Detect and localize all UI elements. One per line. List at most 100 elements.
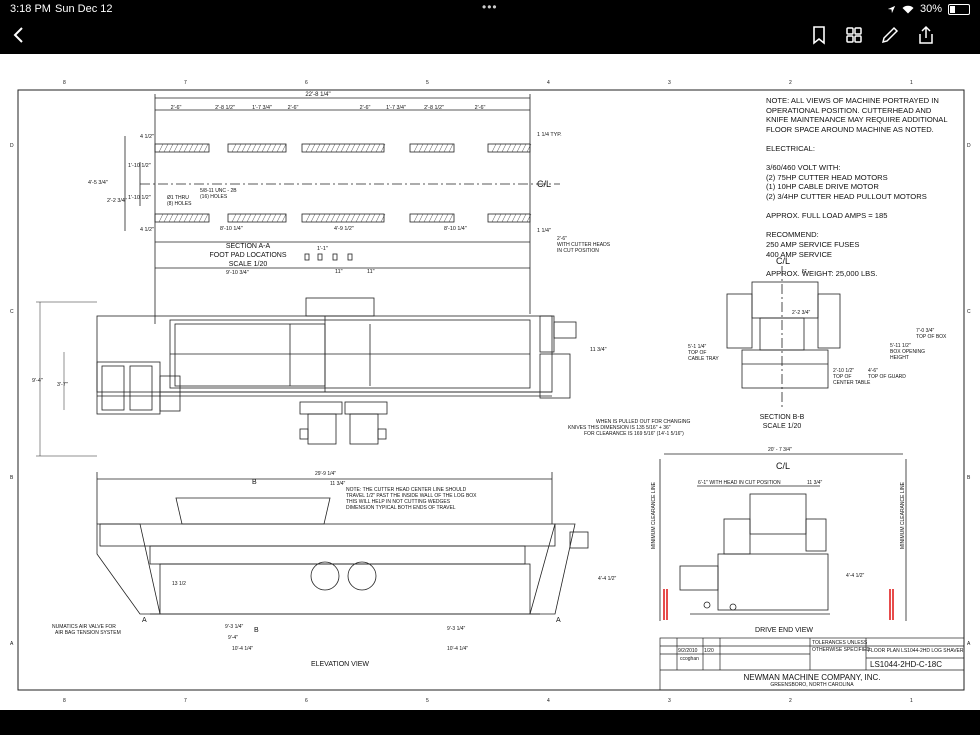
hatch-line [335,213,341,223]
note-5-1: 5'-1 1/4" TOP OF CABLE TRAY [688,344,719,362]
border-letter: C [10,309,14,315]
hatch-line [251,213,257,223]
hatch-line [315,143,321,153]
hatch-line [340,213,346,223]
note-5-11: 5'-11 1/2" BOX OPENING HEIGHT [890,343,925,361]
hatch-line [428,213,434,223]
section-bb-title: SECTION B-B [760,414,805,421]
dim-9-4: 9'-4" [32,378,43,384]
hatch-line [276,143,282,153]
tb-title: FLOOR PLAN LS1044-2HD LOG SHAVER [868,648,964,654]
dim-11-3c: 11 3/4" [330,481,346,487]
hatch-line [325,143,331,153]
dim-4-4b: 4'-4 1/2" [846,573,865,579]
plan-view [96,297,577,445]
hatch-line [266,213,272,223]
section-aa-view [124,94,560,324]
hatch-line [345,213,351,223]
hatch-line [448,143,454,153]
dim-29-9: 29'-9 1/4" [315,471,336,477]
hatch-line [320,213,326,223]
hatch-line [370,143,376,153]
hatch-line [418,213,424,223]
border-number: 1 [910,698,913,704]
dim-11b: 11" [367,269,375,275]
dim-3-7: 3'-7" [57,382,68,388]
hatch-line [413,143,419,153]
dim-2-2: 2'-2 3/4" [792,310,811,316]
dim-pad-w1: 4 1/2" [140,134,154,140]
border-number: 3 [668,698,671,704]
section-mark-b2: B [254,627,259,634]
hatch-line [198,143,204,153]
dim-9-3b: 9'-3 1/4" [447,626,466,632]
hatch-line [241,143,247,153]
elevation-view [96,472,589,615]
hatch-line [163,143,169,153]
tb-date: 9/2/2010 [678,648,698,654]
dim-h-1-10b: 1'-10 1/2" [128,195,151,201]
hatch-line [413,213,419,223]
note-thru-2: (8) HOLES [167,201,192,207]
hatch-line [506,213,512,223]
hatch-line [168,213,174,223]
hatch-line [183,213,189,223]
border-letter: C [967,309,971,315]
dim-8-10a: 8'-10 1/4" [220,226,243,232]
hatch-line [276,213,282,223]
hatch-line [183,143,189,153]
border-number: 1 [910,80,913,86]
dim-11a: 11" [335,269,343,275]
dim-seg1: 2'-6" [171,105,182,111]
hatch-line [305,143,311,153]
dim-8-10b: 8'-10 1/4" [444,226,467,232]
note-5-1-c: CABLE TRAY [688,356,719,362]
dim-4-9: 4'-9 1/2" [334,226,354,232]
hatch-line [355,143,361,153]
bookmark-icon[interactable] [808,24,830,46]
hatch-line [491,213,497,223]
document-page[interactable]: 8877665544332211DDCCBBAA 22'-8 1/4" 2'-6… [0,54,980,710]
multitasking-dots-icon[interactable]: ••• [482,0,498,14]
tb-tol-2: OTHERWISE SPECIFIED [812,647,870,653]
back-icon[interactable] [8,24,30,46]
hatch-line [516,213,522,223]
hatch-line [496,213,502,223]
hatch-line [516,143,522,153]
dim-typ: 1 1/4 TYP. [537,132,562,138]
section-bb-view [726,266,841,409]
hatch-line [236,213,242,223]
border-number: 4 [547,80,550,86]
cl-drive-label: C/L [776,461,790,471]
hatch-line [198,213,204,223]
min-clear-left: MINIMUM CLEARANCE LINE [651,481,657,549]
dim-pad-w2: 4 1/2" [140,227,154,233]
border-number: 2 [789,80,792,86]
drive-end-view [659,453,907,621]
hatch-line [281,143,287,153]
hatch-line [158,213,164,223]
note-2-6-3: IN CUT POSITION [557,248,599,254]
clearance-lines [663,589,894,620]
hatch-line [511,213,517,223]
grid-icon[interactable] [843,24,865,46]
pencil-icon[interactable] [879,24,901,46]
share-icon[interactable] [915,24,937,46]
hatch-line [188,213,194,223]
hatch-line [261,213,267,223]
note-unc-2: (16) HOLES [200,194,228,200]
dim-10-4b: 10'-4 1/4" [447,646,468,652]
tb-city: GREENSBORO, NORTH CAROLINA [770,682,854,688]
hatch-line [158,143,164,153]
hatch-line [168,143,174,153]
dim-9-4b: 9'-4" [228,635,238,641]
border-letter: B [967,475,971,481]
hatch-line [506,143,512,153]
border-letter: A [10,641,14,647]
hatch-line [266,143,272,153]
dim-11-3b: 11 3/4" [807,480,823,486]
hatch-line [305,213,311,223]
hatch-line [345,143,351,153]
general-notes: NOTE: ALL VIEWS OF MACHINE PORTRAYED IN … [766,96,948,278]
viewer-toolbar [0,18,980,54]
